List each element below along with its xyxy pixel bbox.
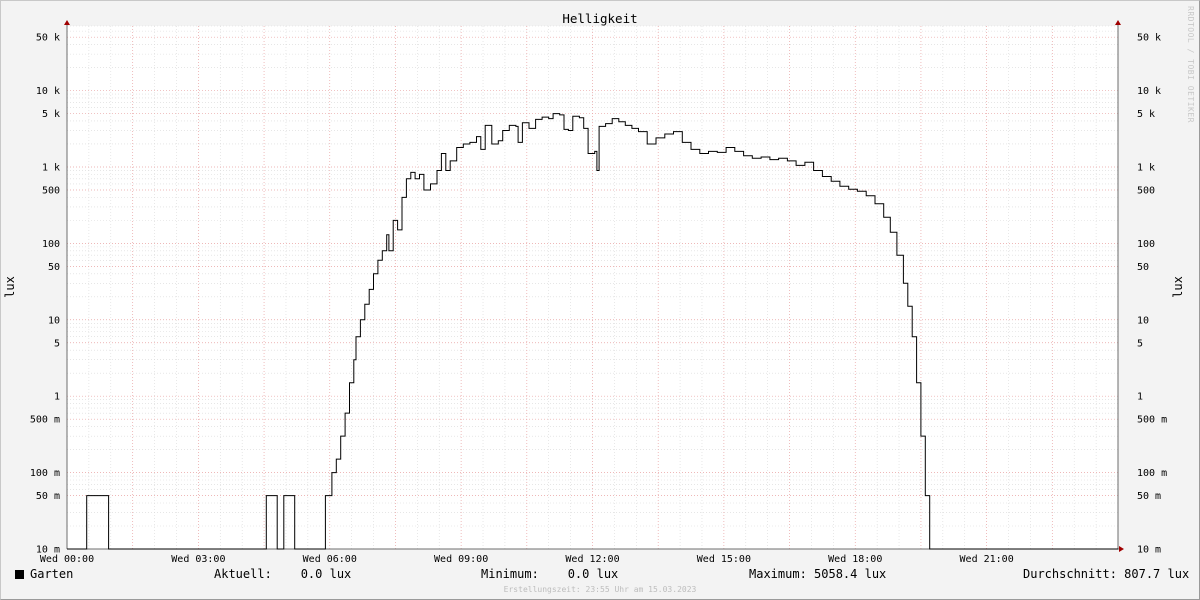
rrdtool-watermark: RRDTOOL / TOBI OETIKER <box>1186 6 1195 123</box>
y-tick-label-left: 1 k <box>42 162 60 173</box>
y-tick-label-right: 500 <box>1137 185 1155 196</box>
x-tick-label: Wed 18:00 <box>828 554 882 565</box>
y-tick-label-right: 100 <box>1137 239 1155 250</box>
y-axis-arrow-right <box>1115 20 1121 25</box>
y-tick-label-left: 5 <box>54 338 60 349</box>
x-tick-label: Wed 12:00 <box>565 554 619 565</box>
y-tick-label-right: 500 m <box>1137 415 1167 426</box>
y-tick-label-left: 10 <box>48 315 60 326</box>
y-tick-label-left: 100 m <box>30 468 60 479</box>
y-axis-arrow-left <box>64 20 70 25</box>
legend-current: Aktuell: 0.0 lux <box>214 567 352 581</box>
y-axis-label-right: lux <box>1171 276 1185 298</box>
y-tick-label-right: 1 <box>1137 392 1143 403</box>
legend-maximum: Maximum: 5058.4 lux <box>749 567 887 581</box>
chart-title: Helligkeit <box>562 11 637 26</box>
x-tick-label: Wed 15:00 <box>697 554 751 565</box>
x-tick-label: Wed 06:00 <box>303 554 357 565</box>
y-tick-label-right: 100 m <box>1137 468 1167 479</box>
legend-swatch <box>15 570 24 579</box>
legend-minimum: Minimum: 0.0 lux <box>481 567 619 581</box>
y-tick-label-right: 10 k <box>1137 86 1161 97</box>
x-tick-label: Wed 09:00 <box>434 554 488 565</box>
y-tick-label-left: 50 m <box>36 491 60 502</box>
legend-series-name: Garten <box>30 567 74 581</box>
y-tick-label-right: 50 k <box>1137 33 1161 44</box>
y-tick-label-right: 5 <box>1137 338 1143 349</box>
y-tick-label-right: 50 m <box>1137 491 1161 502</box>
brightness-chart: Wed 00:00 Wed 03:00 Wed 06:00 Wed 09:00 Wed … <box>3 11 1185 565</box>
y-tick-label-right: 5 k <box>1137 109 1155 120</box>
x-tick-label: Wed 21:00 <box>960 554 1014 565</box>
x-axis-arrow <box>1119 546 1124 552</box>
y-tick-label-left: 100 <box>42 239 60 250</box>
creation-timestamp: Erstellungszeit: 23:55 Uhr am 15.03.2023 <box>503 585 697 594</box>
y-tick-label-left: 500 m <box>30 415 60 426</box>
y-tick-label-left: 500 <box>42 185 60 196</box>
y-tick-label-right: 10 m <box>1137 545 1161 556</box>
y-tick-label-left: 50 <box>48 262 60 273</box>
x-tick-label: Wed 03:00 <box>171 554 225 565</box>
x-tick-label: Wed 00:00 <box>40 554 94 565</box>
y-tick-label-right: 1 k <box>1137 162 1155 173</box>
y-tick-label-left: 50 k <box>36 33 60 44</box>
y-tick-label-left: 10 m <box>36 545 60 556</box>
y-tick-label-left: 5 k <box>42 109 60 120</box>
y-tick-label-right: 50 <box>1137 262 1149 273</box>
legend-average: Durchschnitt: 807.7 lux <box>1023 567 1190 581</box>
y-tick-label-right: 10 <box>1137 315 1149 326</box>
y-tick-label-left: 1 <box>54 392 60 403</box>
y-axis-label-left: lux <box>3 276 17 298</box>
y-tick-label-left: 10 k <box>36 86 60 97</box>
